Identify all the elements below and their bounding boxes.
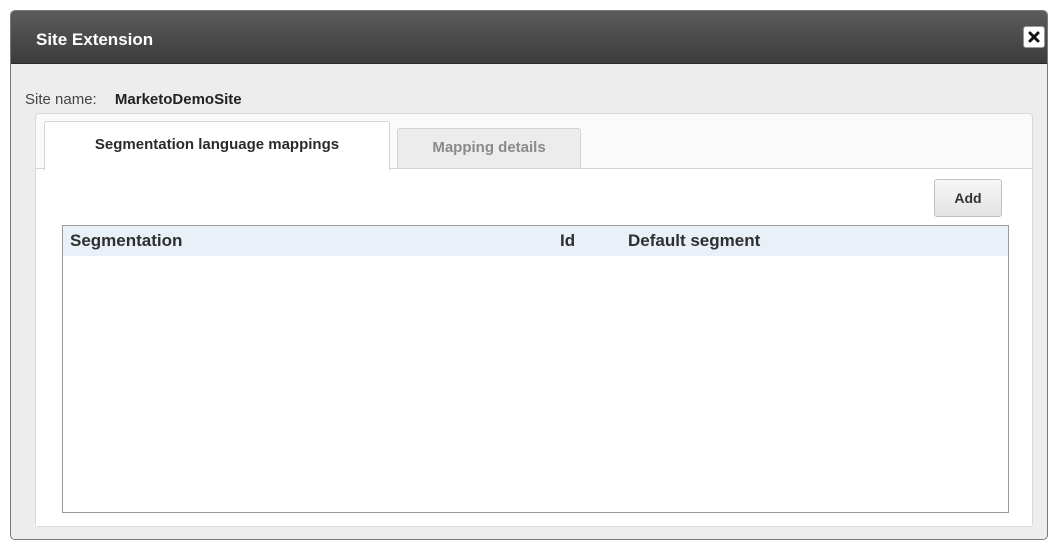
column-header-segmentation[interactable]: Segmentation [70, 226, 182, 256]
close-button[interactable] [1023, 26, 1045, 48]
tab-segmentation-language-mappings[interactable]: Segmentation language mappings [44, 121, 390, 170]
close-icon [1028, 31, 1040, 43]
mappings-grid[interactable]: Segmentation Id Default segment [62, 225, 1009, 513]
tab-content: Add Segmentation Id Default segment [36, 168, 1032, 526]
site-name-row: Site name: MarketoDemoSite [25, 91, 242, 109]
dialog-titlebar[interactable]: Site Extension [11, 11, 1047, 64]
tab-panel: Segmentation language mappings Mapping d… [35, 113, 1033, 527]
dialog-title: Site Extension [36, 30, 154, 49]
site-extension-dialog: Site Extension Site name: MarketoDemoSit… [10, 10, 1048, 540]
tab-mapping-details[interactable]: Mapping details [397, 128, 581, 168]
column-header-id[interactable]: Id [560, 226, 575, 256]
grid-header: Segmentation Id Default segment [63, 226, 1008, 256]
site-name-label: Site name: [25, 91, 97, 108]
column-header-default-segment[interactable]: Default segment [628, 226, 760, 256]
site-name-value: MarketoDemoSite [114, 91, 242, 108]
add-button[interactable]: Add [934, 179, 1002, 217]
